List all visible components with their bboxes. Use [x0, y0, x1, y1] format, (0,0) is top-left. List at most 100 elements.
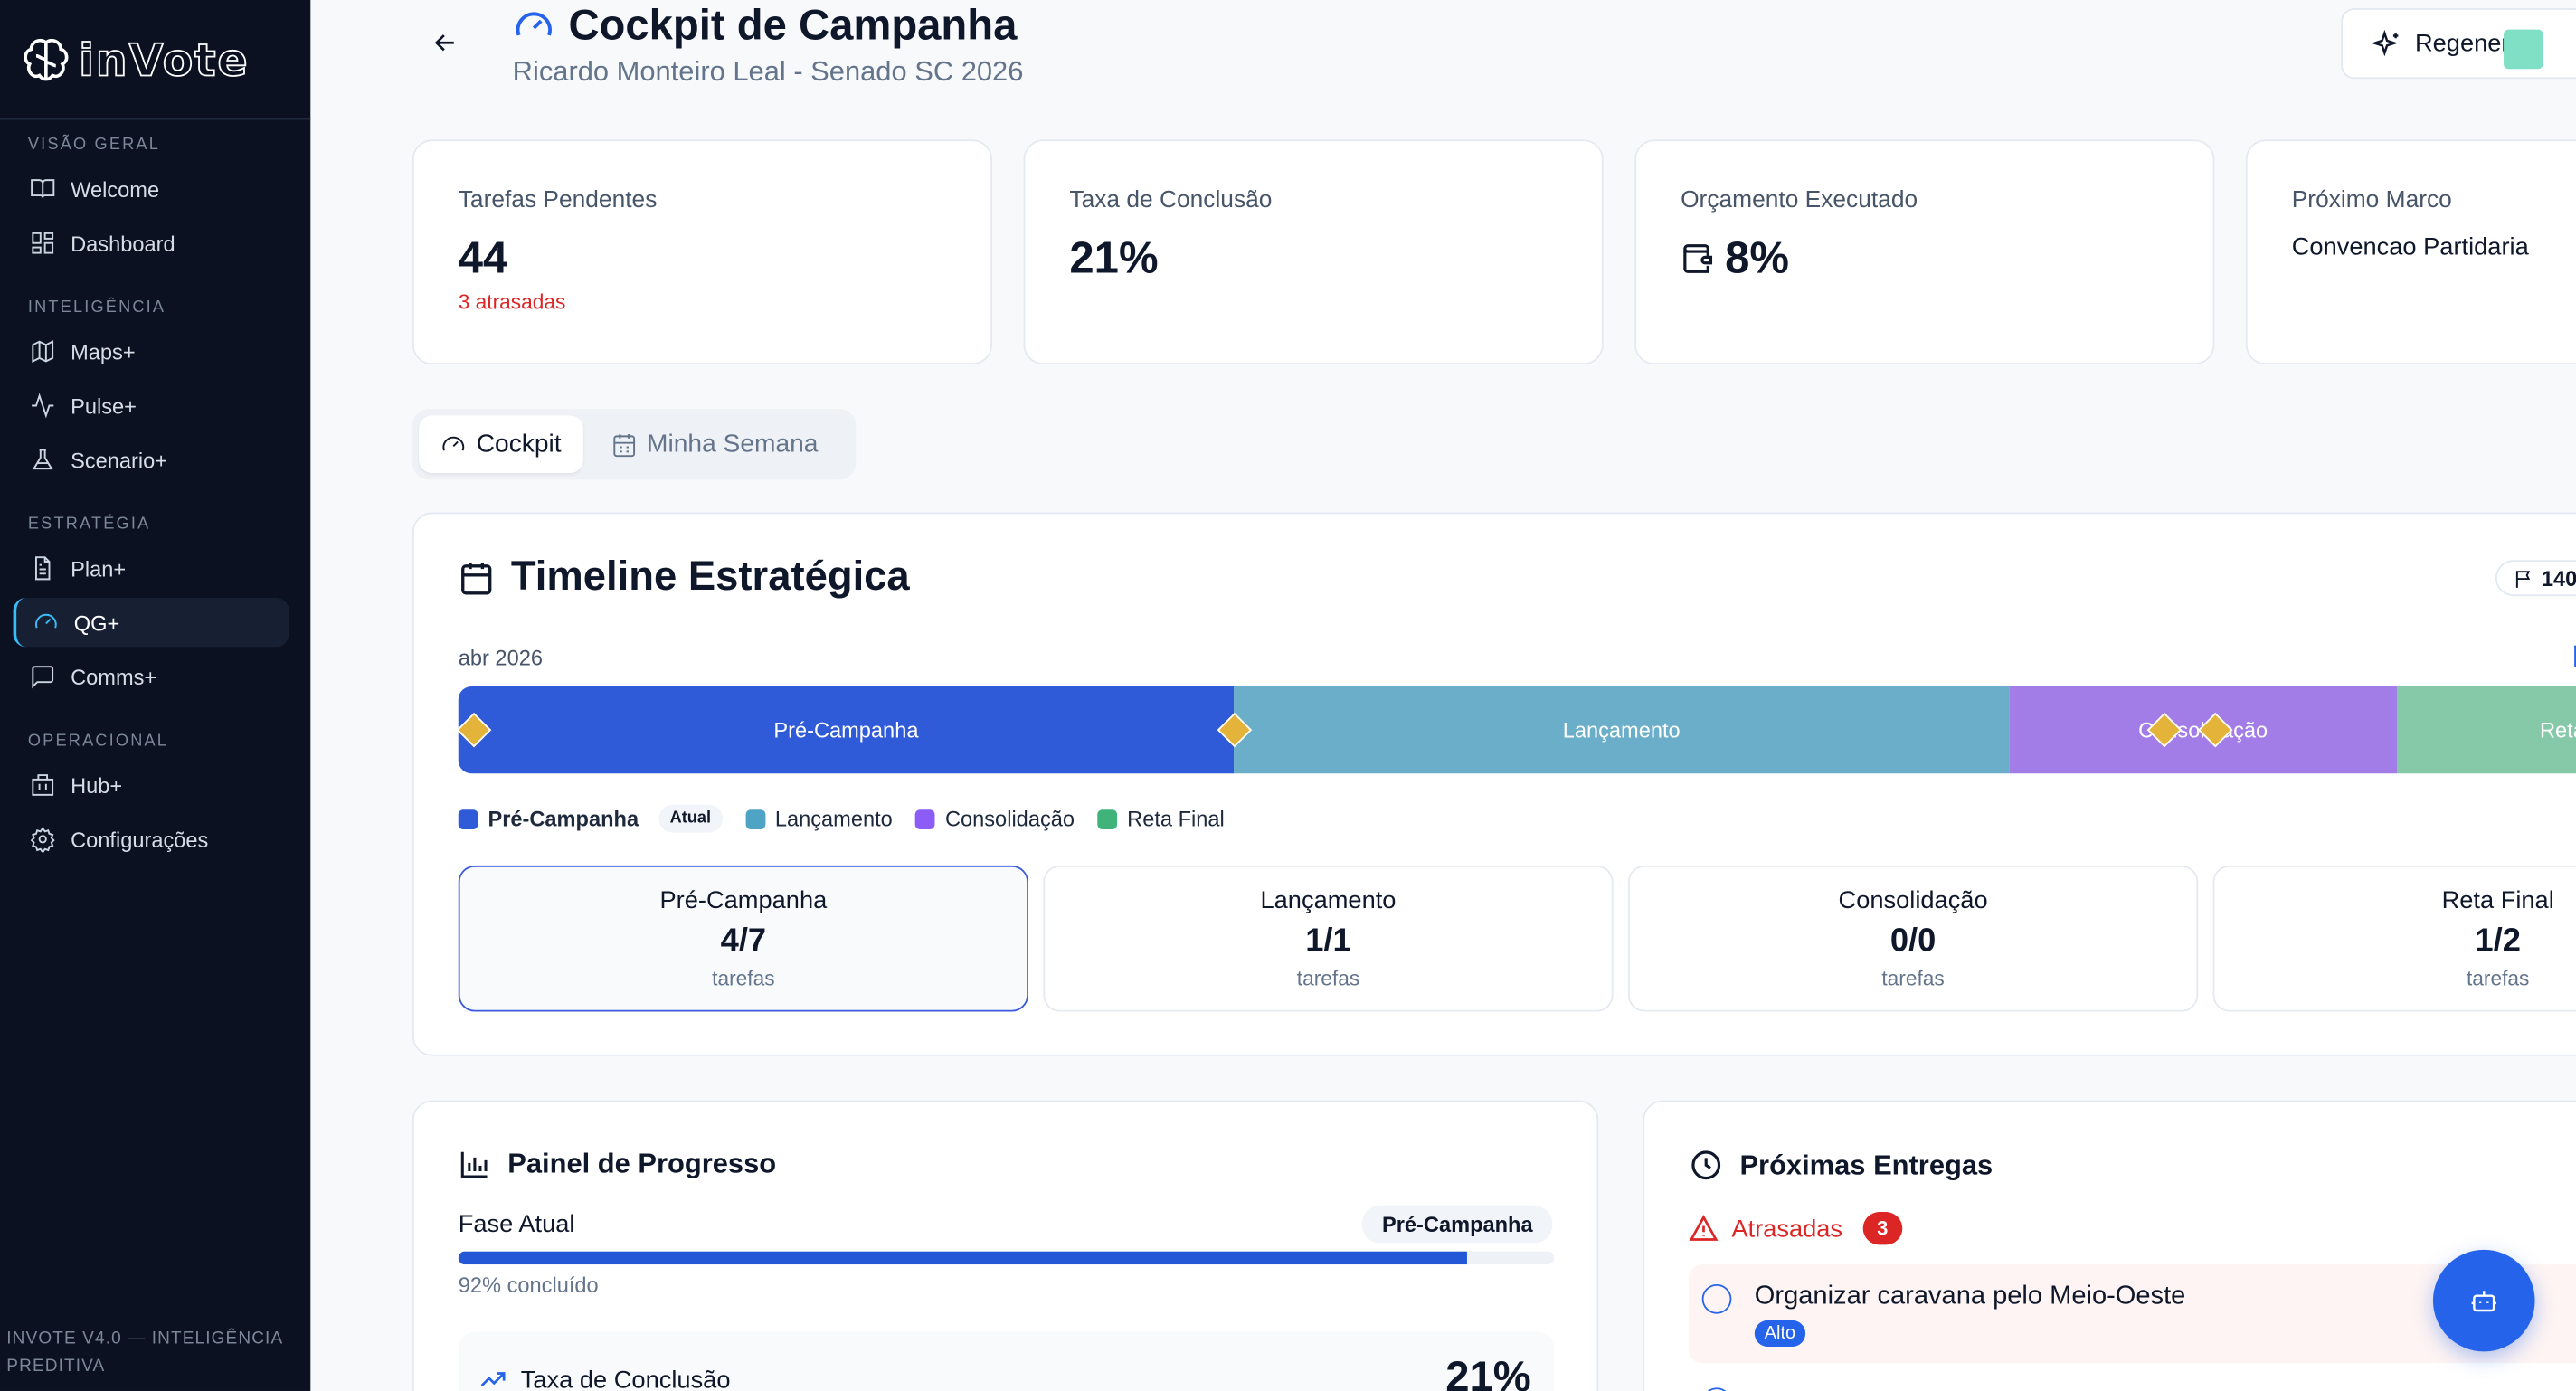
sidebar-item-comms[interactable]: Comms+: [14, 652, 289, 701]
timeline-segment-pre-campanha[interactable]: Pré-Campanha: [458, 686, 1235, 774]
legend-item-reta-final: Reta Final: [1097, 807, 1225, 831]
sidebar-item-label: Comms+: [71, 664, 157, 689]
section-label-intelligence: INTELIGÊNCIA: [27, 298, 166, 317]
regenerate-button[interactable]: Regenerar: [2341, 8, 2576, 80]
completion-rate-value: 21%: [1445, 1351, 1531, 1391]
phase-name: Consolidação: [1838, 886, 1988, 915]
sidebar-item-label: QG+: [73, 610, 120, 635]
sidebar-item-pulse[interactable]: Pulse+: [14, 381, 289, 430]
timeline-card: Timeline Estratégica 140 abr 2026 Pré-Ca…: [412, 512, 2576, 1056]
page-title-row: Cockpit de Campanha: [513, 0, 1017, 51]
tab-minha-semana[interactable]: Minha Semana: [589, 415, 839, 473]
page-subtitle: Ricardo Monteiro Leal - Senado SC 2026: [512, 55, 1024, 88]
file-icon: [34, 556, 51, 581]
tab-bar: Cockpit Minha Semana: [412, 409, 857, 480]
current-phase-label: Fase Atual: [458, 1210, 575, 1239]
gauge-icon: [35, 613, 57, 629]
kpi-card-next-milestone: Próximo Marco Convencao Partidaria: [2245, 139, 2576, 365]
phase-name: Pré-Campanha: [659, 886, 828, 915]
logo-text: inVote: [78, 34, 250, 87]
phase-card-reta-final[interactable]: Reta Final 1/2 tarefas: [2212, 865, 2576, 1012]
phase-card-pre-campanha[interactable]: Pré-Campanha 4/7 tarefas: [458, 865, 1029, 1012]
phase-unit: tarefas: [1296, 967, 1360, 990]
sidebar-item-dashboard[interactable]: Dashboard: [14, 219, 289, 268]
phase-progress-bar: [458, 1251, 1555, 1265]
tab-label: Minha Semana: [647, 429, 819, 458]
section-label-overview: VISÃO GERAL: [27, 136, 161, 155]
message-icon: [32, 666, 54, 689]
deliveries-title: Próximas Entregas: [1739, 1149, 1994, 1180]
tab-cockpit[interactable]: Cockpit: [419, 415, 583, 473]
kpi-value: 8%: [1725, 232, 1790, 283]
progress-panel-title: Painel de Progresso: [507, 1148, 777, 1179]
current-phase-badge: Atual: [658, 804, 723, 833]
phase-name: Lançamento: [1260, 886, 1397, 915]
timeline-segment-lancamento[interactable]: Lançamento: [1234, 686, 2010, 774]
timeline-bar: Pré-Campanha Lançamento Consolidação Ret…: [458, 686, 2576, 774]
kpi-label: Próximo Marco: [2291, 187, 2452, 214]
phase-unit: tarefas: [1881, 967, 1945, 990]
upcoming-deliveries-panel: Próximas Entregas Atrasadas 3 Organizar …: [1643, 1100, 2576, 1391]
phase-card-consolidacao[interactable]: Consolidação 0/0 tarefas: [1627, 865, 2199, 1012]
bar-chart-icon: [460, 1151, 488, 1178]
phase-count: 0/0: [1889, 923, 1937, 960]
legend-item-lancamento: Lançamento: [745, 807, 893, 831]
task-checkbox[interactable]: [1701, 1387, 1732, 1391]
legend-swatch: [458, 809, 478, 829]
sidebar-item-label: Welcome: [71, 176, 160, 202]
section-label-operational: OPERACIONAL: [27, 732, 169, 751]
sidebar-item-hub[interactable]: Hub+: [14, 761, 289, 809]
legend-swatch: [745, 809, 765, 829]
timeline-segment-reta-final[interactable]: Reta Final: [2396, 686, 2576, 774]
phase-unit: tarefas: [712, 967, 775, 990]
timeline-legend: Pré-Campanha Atual Lançamento Consolidaç…: [458, 804, 1247, 833]
sidebar: inVote VISÃO GERAL Welcome Dashboard INT…: [0, 0, 311, 1391]
priority-badge: Alto: [1754, 1320, 1806, 1347]
overlay-badge: [2504, 29, 2543, 70]
phase-progress-fill: [458, 1251, 1467, 1265]
calendar-icon: [461, 562, 492, 594]
version-footer: INVOTE V4.0 — INTELIGÊNCIA PREDITIVA: [6, 1328, 283, 1377]
kpi-value: Convencao Partidaria: [2291, 232, 2529, 261]
kpi-card-pending-tasks: Tarefas Pendentes 44 3 atrasadas: [412, 139, 993, 365]
sidebar-item-label: Configurações: [71, 827, 209, 852]
kpi-card-budget: Orçamento Executado 8%: [1634, 139, 2215, 365]
milestone-count-badge[interactable]: 140: [2495, 560, 2576, 597]
wallet-icon: [1683, 244, 1713, 273]
sidebar-item-label: Hub+: [71, 772, 123, 798]
sidebar-item-welcome[interactable]: Welcome: [14, 165, 289, 213]
milestone-count: 140: [2541, 565, 2576, 591]
completion-rate-label-row: Taxa de Conclusão: [478, 1365, 731, 1391]
gauge-icon: [516, 11, 552, 35]
assistant-bot-button[interactable]: [2432, 1249, 2535, 1352]
phase-card-lancamento[interactable]: Lançamento 1/1 tarefas: [1043, 865, 1614, 1012]
task-checkbox[interactable]: [1701, 1283, 1732, 1314]
sidebar-item-qg[interactable]: QG+: [13, 597, 289, 648]
map-icon: [32, 340, 54, 364]
building-icon: [32, 774, 54, 796]
phase-unit: tarefas: [2466, 967, 2530, 990]
completion-rate-row: Taxa de Conclusão 21%: [458, 1331, 1555, 1391]
flask-icon: [32, 449, 53, 470]
activity-icon: [32, 393, 54, 419]
back-arrow-icon[interactable]: [431, 28, 460, 58]
logo[interactable]: inVote: [20, 33, 250, 89]
sidebar-item-label: Pulse+: [71, 393, 137, 419]
divider: [0, 118, 311, 120]
timeline-title-row: Timeline Estratégica: [459, 554, 910, 601]
phase-count: 1/1: [1305, 923, 1351, 960]
sidebar-item-plan[interactable]: Plan+: [14, 544, 289, 592]
sparkles-icon: [2372, 28, 2399, 56]
calendar-icon: [612, 433, 635, 457]
overdue-label: Atrasadas: [1731, 1214, 1843, 1243]
sidebar-item-label: Plan+: [71, 555, 127, 581]
legend-swatch: [915, 809, 936, 829]
progress-panel-header: Painel de Progresso: [459, 1148, 776, 1180]
alert-triangle-icon: [1689, 1215, 1719, 1241]
sidebar-item-settings[interactable]: Configurações: [14, 815, 289, 864]
kpi-label: Taxa de Conclusão: [1069, 187, 1273, 214]
sidebar-item-scenario[interactable]: Scenario+: [14, 435, 289, 484]
book-open-icon: [31, 179, 55, 198]
phase-progress-text: 92% concluído: [458, 1273, 599, 1298]
sidebar-item-maps[interactable]: Maps+: [14, 326, 289, 375]
